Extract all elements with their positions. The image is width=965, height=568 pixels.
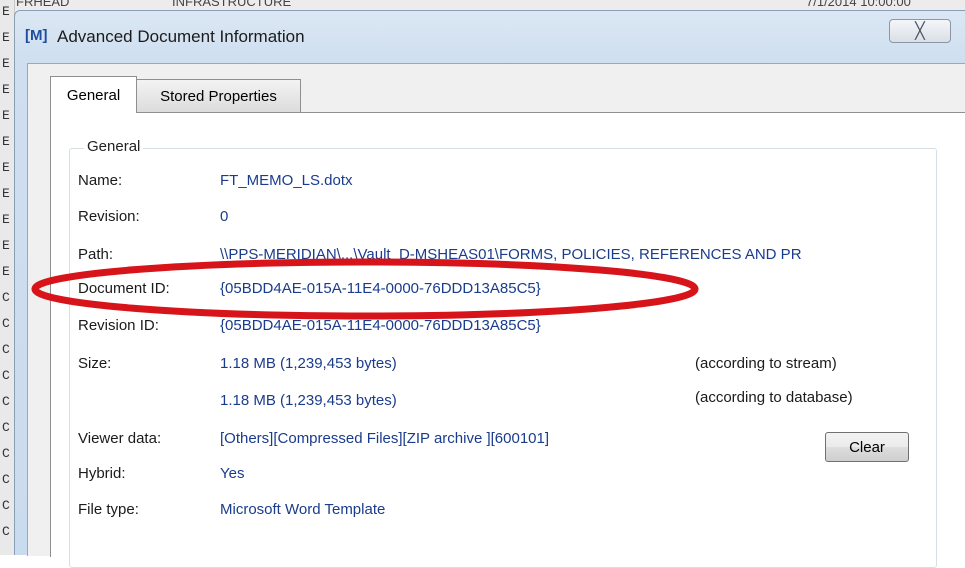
clear-button[interactable]: Clear (825, 432, 909, 462)
document-id-label: Document ID: (78, 280, 170, 297)
revision-id-label: Revision ID: (78, 317, 159, 334)
document-id-value: {05BDD4AE-015A-11E4-0000-76DDD13A85C5} (220, 280, 541, 297)
size-label: Size: (78, 355, 112, 372)
background-cell: C (2, 498, 10, 513)
size-stream-note: (according to stream) (695, 355, 837, 372)
path-label: Path: (78, 246, 114, 263)
hybrid-value: Yes (220, 465, 245, 482)
revision-id-value: {05BDD4AE-015A-11E4-0000-76DDD13A85C5} (220, 317, 541, 334)
background-cell: E (2, 82, 10, 97)
background-cell: C (2, 342, 10, 357)
background-cell: C (2, 394, 10, 409)
path-value: \\PPS-MERIDIAN\...\Vault_D-MSHEAS01\FORM… (220, 246, 802, 263)
viewer-data-value: [Others][Compressed Files][ZIP archive ]… (220, 430, 550, 447)
size-database-value: 1.18 MB (1,239,453 bytes) (220, 392, 397, 409)
file-type-value: Microsoft Word Template (220, 501, 386, 518)
dialog-title: Advanced Document Information (57, 27, 305, 46)
tab-label: Stored Properties (160, 87, 277, 105)
background-cell: E (2, 4, 10, 19)
tab-stored-properties[interactable]: Stored Properties (136, 79, 301, 112)
background-cell: E (2, 56, 10, 71)
background-cell: E (2, 186, 10, 201)
background-cell: E (2, 134, 10, 149)
meridian-app-icon: [M] (25, 27, 48, 44)
background-cell: E (2, 238, 10, 253)
background-cell: C (2, 368, 10, 383)
hybrid-label: Hybrid: (78, 465, 126, 482)
revision-label: Revision: (78, 208, 140, 225)
viewer-data-label: Viewer data: (78, 430, 162, 447)
size-database-note: (according to database) (695, 389, 853, 406)
tab-label: General (66, 86, 121, 104)
background-cell: E (2, 264, 10, 279)
background-cell: E (2, 108, 10, 123)
background-cell: C (2, 524, 10, 539)
background-cell: C (2, 472, 10, 487)
background-cell: 7/1/2014 10:00:00 (806, 0, 911, 9)
close-icon: ╳ (915, 23, 925, 40)
name-label: Name: (78, 172, 123, 189)
dialog-client-area: General Stored Properties General Name: … (27, 63, 965, 568)
background-cell: E (2, 30, 10, 45)
revision-value: 0 (220, 208, 229, 225)
background-cell: C (2, 316, 10, 331)
background-table-row: FRHEAD INFRASTRUCTURE 7/1/2014 10:00:00 (0, 0, 965, 10)
background-cell: FRHEAD (16, 0, 70, 9)
tab-general[interactable]: General (50, 76, 137, 113)
close-button[interactable]: ╳ (889, 19, 951, 43)
background-cell: INFRASTRUCTURE (172, 0, 292, 9)
general-group-box: General Name: FT_MEMO_LS.dotx Revision: … (69, 138, 937, 568)
advanced-document-information-dialog: [M] Advanced Document Information ╳ Gene… (14, 10, 965, 568)
background-cell: C (2, 290, 10, 305)
background-cell: E (2, 212, 10, 227)
dialog-title-bar[interactable]: [M] Advanced Document Information ╳ (15, 11, 965, 63)
name-value: FT_MEMO_LS.dotx (220, 172, 353, 189)
general-tab-page: General Name: FT_MEMO_LS.dotx Revision: … (50, 112, 965, 568)
background-cell: C (2, 446, 10, 461)
background-left-column: E E E E E E E E E E E C C C C C C C C C … (0, 0, 15, 555)
group-label: General (84, 138, 144, 155)
size-stream-value: 1.18 MB (1,239,453 bytes) (220, 355, 397, 372)
background-cell: C (2, 420, 10, 435)
file-type-label: File type: (78, 501, 139, 518)
background-cell: E (2, 160, 10, 175)
